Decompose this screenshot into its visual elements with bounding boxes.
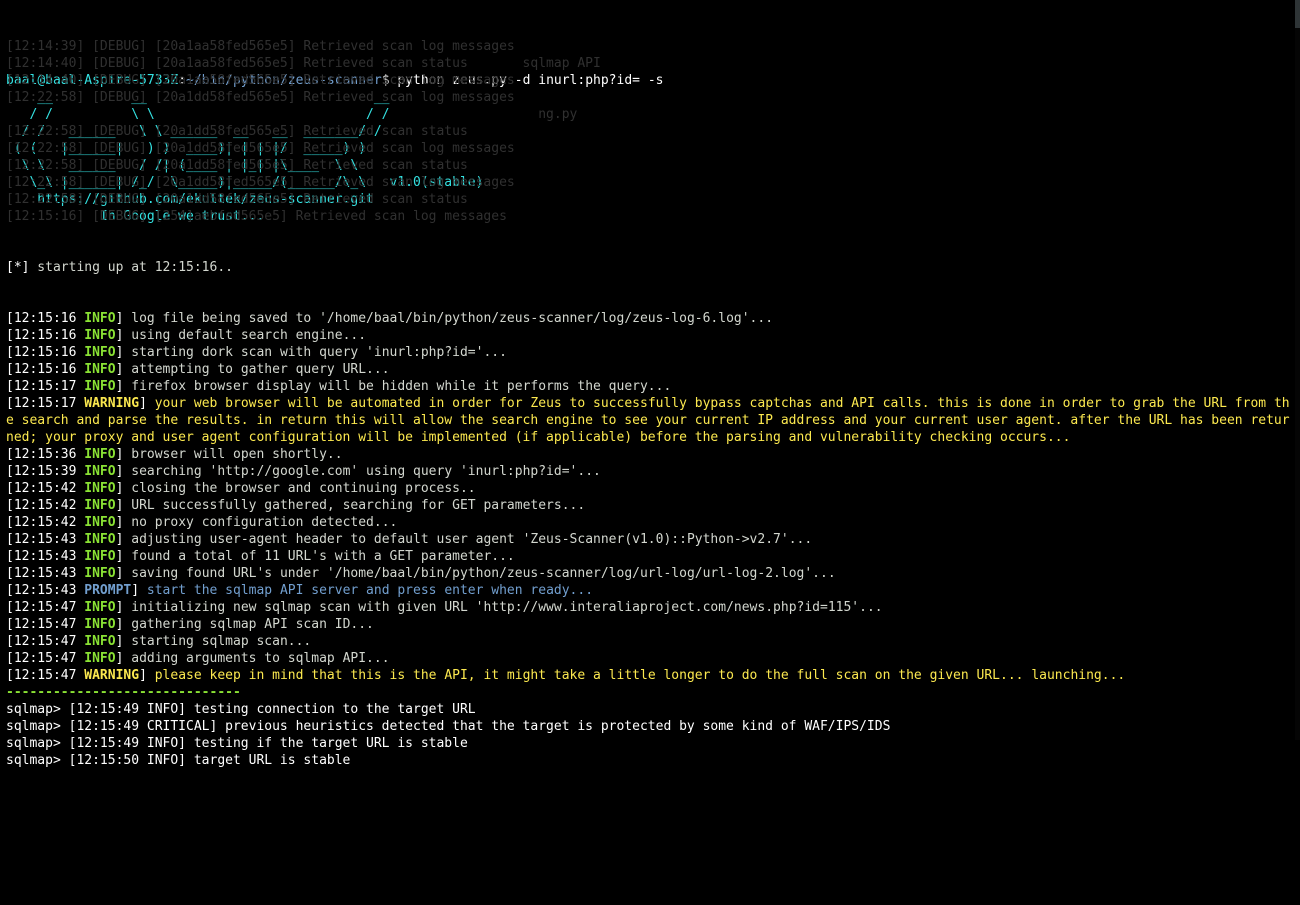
banner-line-5: \_\ |______| /_/ \_____)|_____/(______/\… — [6, 175, 483, 190]
banner-motto: In Google we trust... — [6, 209, 264, 224]
scrollbar-thumb[interactable] — [1295, 0, 1300, 28]
banner-line-4: \ \ ______ / /| (____ | |_| |\____ \ \ — [6, 158, 413, 173]
divider: ------------------------------ — [6, 685, 241, 700]
prompt-host: baal-Aspire-5733Z — [45, 73, 178, 88]
startup-star: [*] — [6, 260, 29, 275]
log-output: [12:15:16 INFO] log file being saved to … — [6, 310, 1294, 684]
prompt-user: baal — [6, 73, 37, 88]
prompt-path: ~/bin/python/zeus-scanner — [186, 73, 382, 88]
command-line: python zeus.py -d inurl:php?id= -s — [397, 73, 663, 88]
startup-msg: starting up at 12:15:16.. — [29, 260, 233, 275]
prompt-at: @ — [37, 73, 45, 88]
sqlmap-output: sqlmap> [12:15:49 INFO] testing connecti… — [6, 701, 1294, 769]
terminal[interactable]: [12:14:39] [DEBUG] [20a1aa58fed565e5] Re… — [6, 72, 1294, 769]
banner-line-2: / / ______ \ \ ______ __ __ _______/ / — [6, 124, 413, 139]
prompt-colon: : — [178, 73, 186, 88]
banner-url: https://github.com/ekultek/zeus-scanner.… — [6, 192, 374, 207]
banner-line-0: __ __ __ — [6, 90, 413, 105]
banner-line-1: / / \ \ / / — [6, 107, 413, 122]
banner-line-3: ( ( |______| ) ) ____)| | | |/ _____) ) — [6, 141, 413, 156]
scrollbar-track[interactable] — [1295, 0, 1300, 740]
prompt-dollar: $ — [382, 73, 398, 88]
